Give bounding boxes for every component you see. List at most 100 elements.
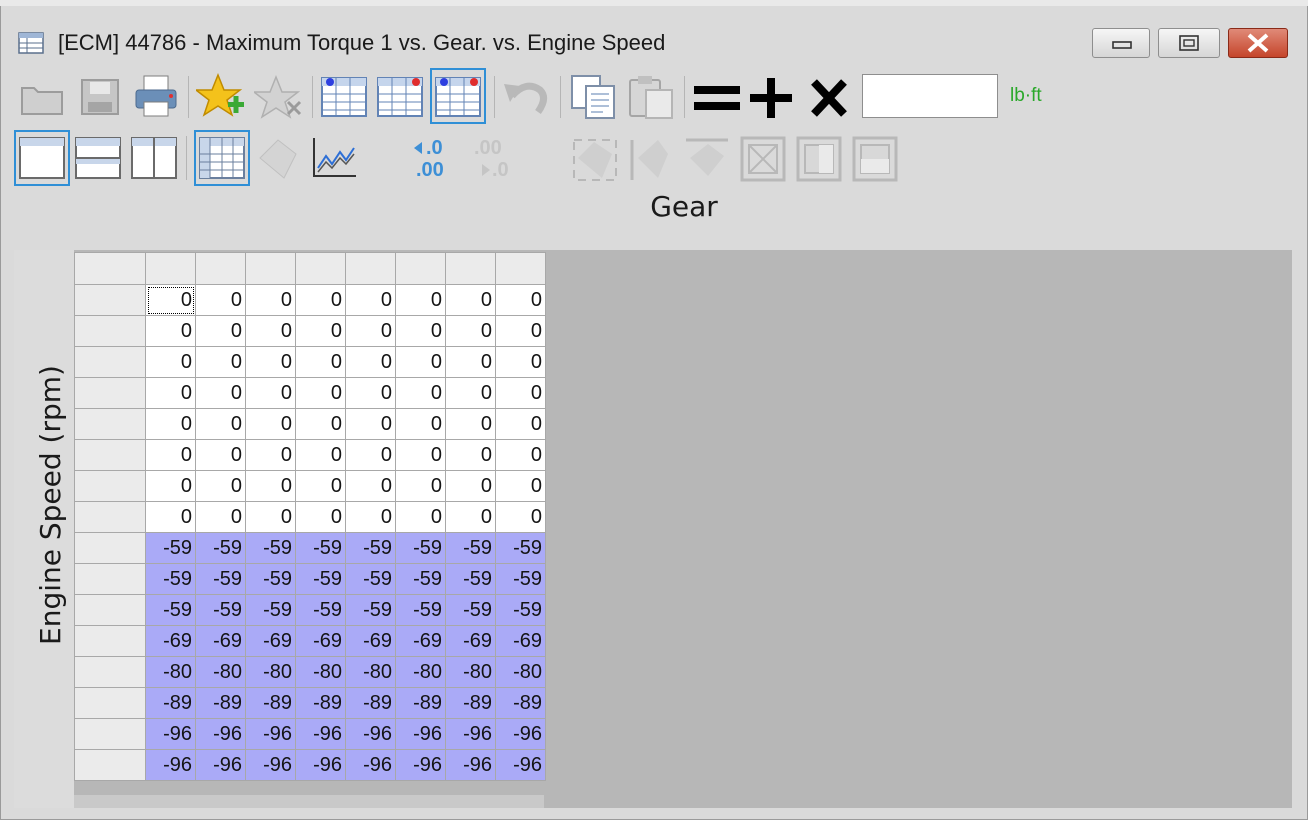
table-cell[interactable]: 0 [395,439,446,471]
table-cell[interactable]: 0 [195,346,246,378]
table-cell[interactable]: -89 [195,687,246,719]
add-favorite-icon[interactable] [193,72,248,124]
fill-top-bottom-icon[interactable] [850,134,900,186]
table-cell[interactable]: -96 [495,718,546,750]
operation-value-input[interactable] [862,74,998,118]
table-cell[interactable]: 0 [195,439,246,471]
table-cell[interactable]: 0 [295,470,346,502]
table-cell[interactable]: -96 [145,718,196,750]
table-cell[interactable]: -96 [445,718,496,750]
column-header-cell[interactable] [295,252,346,285]
table-cell[interactable]: 0 [195,470,246,502]
add-icon[interactable] [748,76,794,124]
table-cell[interactable]: -89 [445,687,496,719]
row-header-cell[interactable] [74,346,146,378]
table-cell[interactable]: 0 [345,501,396,533]
table-cell[interactable]: 0 [195,501,246,533]
table-cell[interactable]: 0 [445,377,496,409]
table-cell[interactable]: -69 [395,625,446,657]
row-header-cell[interactable] [74,501,146,533]
smooth-icon[interactable] [682,134,732,186]
multiply-icon[interactable] [808,78,850,122]
table-cell[interactable]: 0 [195,315,246,347]
table-cell[interactable]: 0 [395,408,446,440]
table-cell[interactable]: -96 [395,749,446,781]
table-cell[interactable]: 0 [445,470,496,502]
line-graph-view-icon[interactable] [310,134,358,186]
row-header-cell[interactable] [74,563,146,595]
undo-icon[interactable] [502,76,552,122]
table-cell[interactable]: 0 [495,284,546,316]
table-cell[interactable]: -59 [395,532,446,564]
table-cell[interactable]: -96 [295,749,346,781]
table-cell[interactable]: 0 [145,408,196,440]
column-header-cell[interactable] [395,252,446,285]
row-header-cell[interactable] [74,718,146,750]
table-cell[interactable]: -89 [345,687,396,719]
row-header-cell[interactable] [74,377,146,409]
table-cell[interactable]: -59 [145,594,196,626]
table-cell[interactable]: -80 [345,656,396,688]
table-cell[interactable]: 0 [345,284,396,316]
table-cell[interactable]: 0 [345,408,396,440]
close-button[interactable] [1228,28,1288,58]
table-cell[interactable]: 0 [245,439,296,471]
table-view-icon[interactable] [198,134,246,186]
table-cell[interactable]: 0 [145,284,196,316]
table-cell[interactable]: -69 [345,625,396,657]
table-cell[interactable]: -96 [245,718,296,750]
table-cell[interactable]: 0 [345,439,396,471]
table-cell[interactable]: -89 [295,687,346,719]
row-header-cell[interactable] [74,470,146,502]
table-cell[interactable]: 0 [395,315,446,347]
print-icon[interactable] [132,74,180,122]
table-cell[interactable]: -59 [145,563,196,595]
table-cell[interactable]: 0 [195,284,246,316]
table-cell[interactable]: 0 [295,346,346,378]
column-header-cell[interactable] [195,252,246,285]
table-cell[interactable]: -80 [145,656,196,688]
table-cell[interactable]: -59 [245,563,296,595]
table-cell[interactable]: -69 [495,625,546,657]
table-cell[interactable]: -96 [345,749,396,781]
table-cell[interactable]: -59 [345,532,396,564]
table-cell[interactable]: -59 [245,532,296,564]
table-cell[interactable]: -80 [245,656,296,688]
compare-table-both-icon[interactable] [434,74,482,122]
table-cell[interactable]: 0 [295,315,346,347]
row-header-cell[interactable] [74,284,146,316]
table-cell[interactable]: 0 [295,439,346,471]
table-cell[interactable]: 0 [445,346,496,378]
table-cell[interactable]: 0 [295,284,346,316]
copy-icon[interactable] [568,72,618,124]
row-header-cell[interactable] [74,408,146,440]
table-cell[interactable]: -96 [395,718,446,750]
column-header-cell[interactable] [145,252,196,285]
row-header-cell[interactable] [74,315,146,347]
table-cell[interactable]: -59 [445,594,496,626]
table-cell[interactable]: 0 [245,408,296,440]
table-cell[interactable]: 0 [345,346,396,378]
table-cell[interactable]: -69 [445,625,496,657]
table-cell[interactable]: 0 [495,315,546,347]
table-cell[interactable]: -59 [495,532,546,564]
table-cell[interactable]: 0 [145,439,196,471]
table-cell[interactable]: -96 [195,749,246,781]
table-cell[interactable]: 0 [395,377,446,409]
table-cell[interactable]: 0 [245,346,296,378]
table-cell[interactable]: -59 [195,532,246,564]
table-cell[interactable]: -59 [245,594,296,626]
minimize-button[interactable] [1092,28,1150,58]
table-cell[interactable]: 0 [345,377,396,409]
table-cell[interactable]: 0 [245,501,296,533]
table-cell[interactable]: -59 [345,594,396,626]
table-cell[interactable]: 0 [495,470,546,502]
table-cell[interactable]: -59 [445,532,496,564]
table-cell[interactable]: 0 [245,470,296,502]
compare-table-blue-icon[interactable] [320,74,368,122]
table-cell[interactable]: -69 [145,625,196,657]
table-cell[interactable]: -96 [195,718,246,750]
table-cell[interactable]: 0 [345,470,396,502]
row-header-cell[interactable] [74,532,146,564]
save-icon[interactable] [78,76,122,122]
